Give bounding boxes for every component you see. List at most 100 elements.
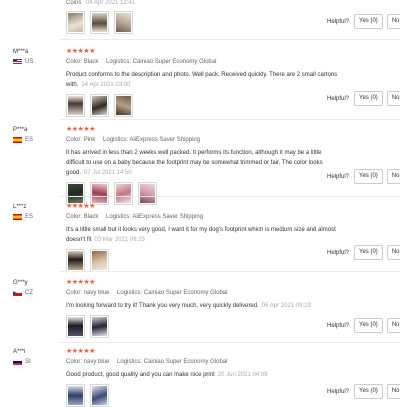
attr-value-color: Black xyxy=(83,59,99,65)
review-content: ★★★★★ Color: Pink Logistics: AliExpress … xyxy=(66,126,338,205)
review-photos xyxy=(66,384,338,407)
helpful-no-button[interactable]: No (0 xyxy=(386,91,400,106)
review-date: 04 Apr 2021 12:41 xyxy=(86,0,136,6)
review-content: ★★★★★ Color: Black Logistics: AliExpress… xyxy=(66,203,338,272)
reviewer-name: G***y xyxy=(13,280,28,286)
review-attributes: Color: Pink Logistics: AliExpress Saver … xyxy=(66,136,338,144)
review-item: L***z ES ★★★★★ Color: Black Logistics: A… xyxy=(0,200,400,272)
star-rating: ★★★★★ xyxy=(66,126,95,133)
helpful-row: Helpful? Yes (0) No (0 xyxy=(327,318,400,333)
helpful-row: Helpful? Yes (0) No (0 xyxy=(327,245,400,260)
attr-label-logistics: Logistics: xyxy=(117,359,143,365)
review-body: Good product, good quality and you can m… xyxy=(66,372,215,378)
helpful-no-button[interactable]: No (0 xyxy=(386,245,400,260)
helpful-no-button[interactable]: No (0 xyxy=(386,14,400,29)
helpful-yes-button[interactable]: Yes (0) xyxy=(354,14,383,29)
review-photo[interactable] xyxy=(66,94,85,117)
review-item: M***a US ★★★★★ Color: Black Logistics: C… xyxy=(0,45,400,120)
country-code: ES xyxy=(25,214,34,220)
review-photo[interactable] xyxy=(66,249,85,272)
attr-value-logistics: AliExpress Saver Shipping xyxy=(129,137,201,143)
attr-value: Coins xyxy=(66,0,82,6)
attr-label-color: Color: xyxy=(66,137,83,143)
review-photos xyxy=(66,315,338,338)
si-flag-icon xyxy=(13,359,22,365)
helpful-label: Helpful? xyxy=(327,388,350,395)
review-photo[interactable] xyxy=(66,384,85,407)
review-body: I'm looking forward to try it! Thank you… xyxy=(66,303,259,309)
review-content: ★★★★★ Color: navy blue Logistics: Cainia… xyxy=(66,279,338,338)
review-item: P***a ES ★★★★★ Color: Pink Logistics: Al… xyxy=(0,123,400,205)
review-divider xyxy=(60,119,400,120)
helpful-yes-button[interactable]: Yes (0) xyxy=(354,384,383,399)
review-photo[interactable] xyxy=(66,315,85,338)
review-photos xyxy=(66,249,338,272)
review-photos xyxy=(66,94,338,117)
review-photo[interactable] xyxy=(90,249,109,272)
star-rating: ★★★★★ xyxy=(66,348,95,355)
review-attributes: Coins 04 Apr 2021 12:41 xyxy=(66,0,135,6)
reviewer-name: M***a xyxy=(13,49,29,55)
review-photo[interactable] xyxy=(90,384,109,407)
review-date: 07 Jul 2021 14:50 xyxy=(84,170,132,176)
review-text: I'm looking forward to try it! Thank you… xyxy=(66,301,338,311)
review-photo[interactable] xyxy=(90,315,109,338)
attr-value-color: Pink xyxy=(83,137,96,143)
review-photo[interactable] xyxy=(90,94,109,117)
helpful-yes-button[interactable]: Yes (0) xyxy=(354,318,383,333)
helpful-label: Helpful? xyxy=(327,249,350,256)
attr-label-logistics: Logistics: xyxy=(106,214,132,220)
review-text: Product conforms to the description and … xyxy=(66,70,338,90)
helpful-row: Helpful? Yes (0) No (0 xyxy=(327,91,400,106)
review-content: ★★★★★ Color: navy blue Logistics: Cainia… xyxy=(66,348,338,407)
review-attributes: Color: Black Logistics: Cainiao Super Ec… xyxy=(66,58,338,66)
attr-value-logistics: Cainiao Super Economy Global xyxy=(132,59,217,65)
review-photos xyxy=(66,11,133,34)
review-photo[interactable] xyxy=(114,94,133,117)
review-content: ★★★★★ Color: Black Logistics: Cainiao Su… xyxy=(66,48,338,117)
attr-label-color: Color: xyxy=(66,59,83,65)
attr-value-color: navy blue xyxy=(83,290,110,296)
helpful-no-button[interactable]: No (0 xyxy=(386,318,400,333)
review-attributes: Color: Black Logistics: AliExpress Saver… xyxy=(66,213,338,221)
review-date: 20 Jun 2021 04:09 xyxy=(217,372,268,378)
helpful-yes-button[interactable]: Yes (0) xyxy=(354,91,383,106)
attr-value-logistics: Cainiao Super Economy Global xyxy=(143,290,228,296)
attr-value-logistics: Cainiao Super Economy Global xyxy=(143,359,228,365)
helpful-yes-button[interactable]: Yes (0) xyxy=(354,245,383,260)
country-code: US xyxy=(25,59,34,65)
review-date: 14 Apr 2021 03:00 xyxy=(81,82,131,88)
helpful-row: Helpful? Yes (0) No (0 xyxy=(327,169,400,184)
helpful-yes-button[interactable]: Yes (0) xyxy=(354,169,383,184)
reviewer-country: CZ xyxy=(13,290,33,296)
helpful-label: Helpful? xyxy=(327,322,350,329)
attr-value-color: navy blue xyxy=(83,359,110,365)
attr-label-color: Color: xyxy=(66,359,83,365)
country-code: SI xyxy=(25,359,31,365)
review-text: It has arrived in less than 2 weeks well… xyxy=(66,148,338,178)
star-rating: ★★★★★ xyxy=(66,203,95,210)
helpful-label: Helpful? xyxy=(327,173,350,180)
helpful-no-button[interactable]: No (0 xyxy=(386,169,400,184)
reviewer-country: SI xyxy=(13,359,31,365)
review-date: 03 Mar 2021 06:23 xyxy=(94,237,145,243)
attr-value-color: Black xyxy=(83,214,99,220)
review-photo[interactable] xyxy=(114,11,133,34)
review-photo[interactable] xyxy=(90,11,109,34)
review-photo[interactable] xyxy=(66,11,85,34)
review-attributes: Color: navy blue Logistics: Cainiao Supe… xyxy=(66,289,338,297)
reviewer-country: US xyxy=(13,59,33,65)
cz-flag-icon xyxy=(13,290,22,296)
helpful-no-button[interactable]: No (0 xyxy=(386,384,400,399)
us-flag-icon xyxy=(13,59,22,65)
attr-label-logistics: Logistics: xyxy=(117,290,143,296)
reviewer-name: A***i xyxy=(13,349,26,355)
helpful-row: Helpful? Yes (0) No (0 xyxy=(327,384,400,399)
review-item: A***i SI ★★★★★ Color: navy blue Logistic… xyxy=(0,345,400,407)
reviewer-name: L***z xyxy=(13,204,27,210)
attr-label-logistics: Logistics: xyxy=(106,59,132,65)
reviewer-country: ES xyxy=(13,137,33,143)
review-divider xyxy=(60,342,400,343)
reviewer-country: ES xyxy=(13,214,33,220)
review-divider xyxy=(60,196,400,197)
